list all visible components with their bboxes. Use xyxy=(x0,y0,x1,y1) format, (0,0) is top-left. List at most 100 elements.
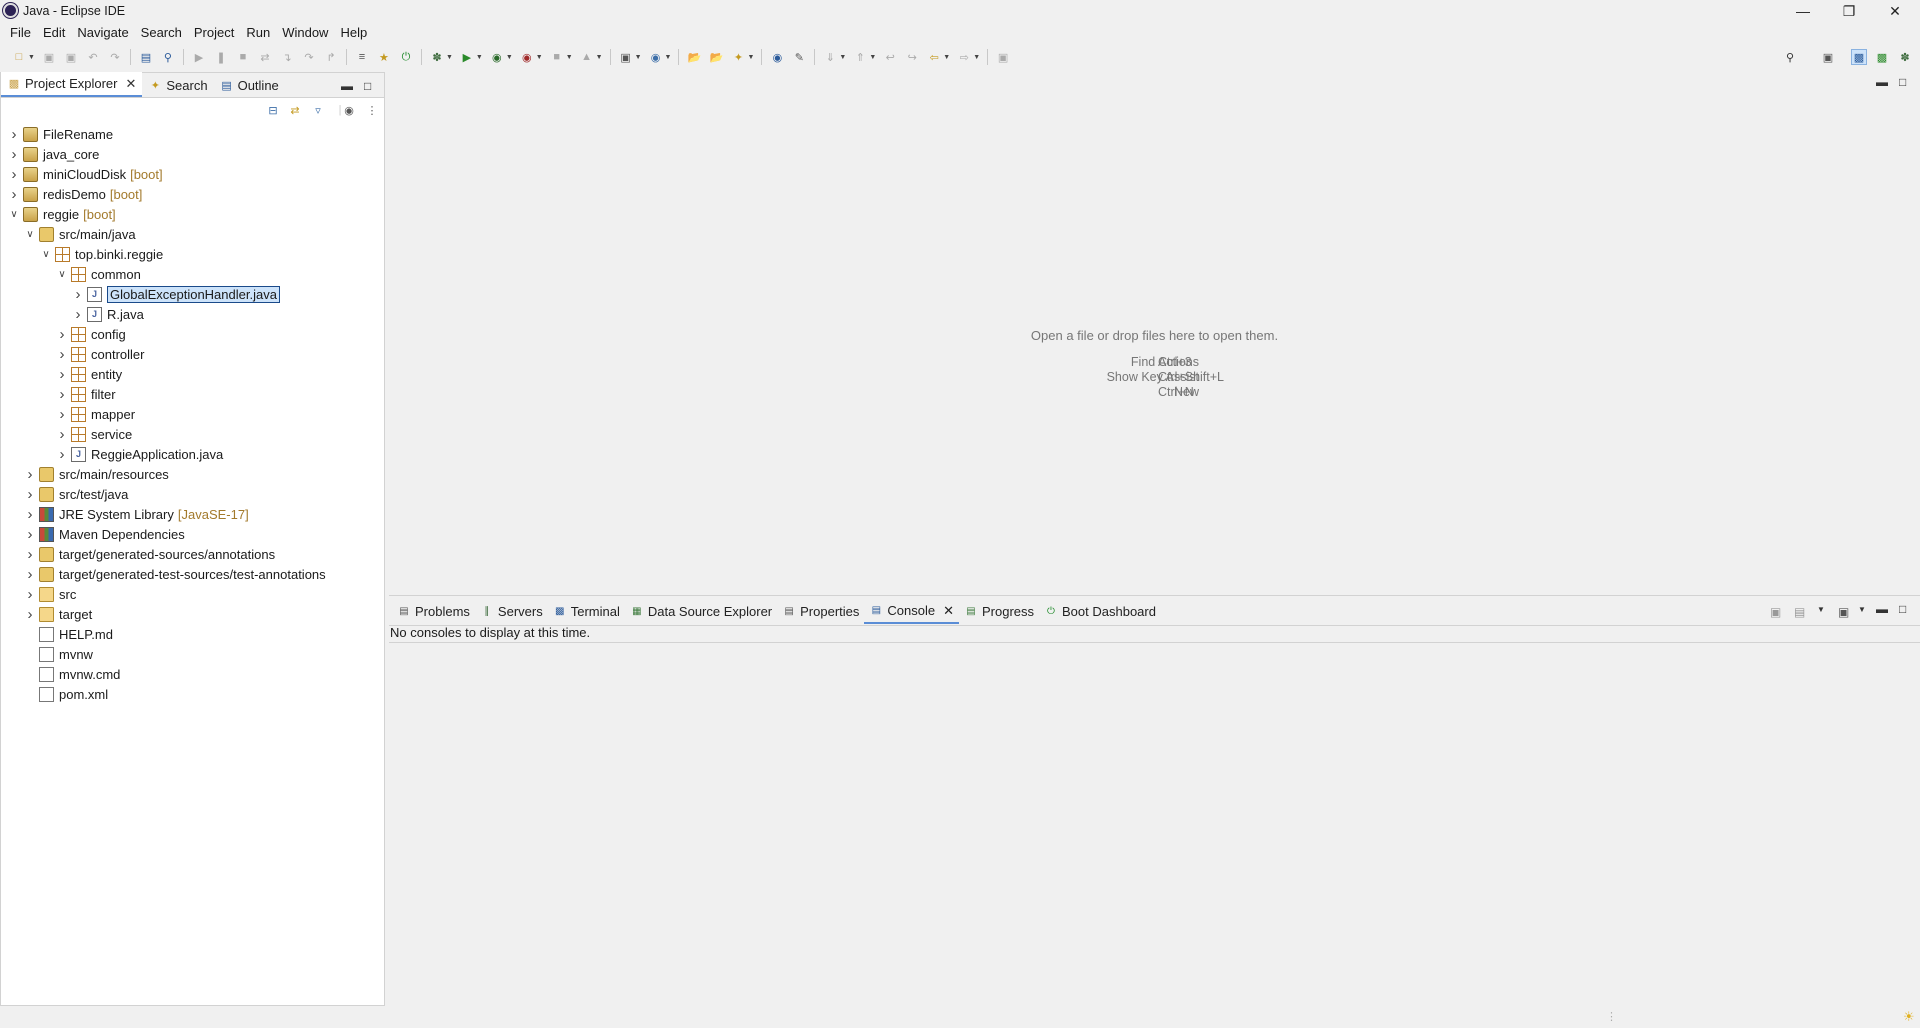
run-dropdown-icon[interactable]: ▼ xyxy=(476,54,483,61)
tab-search[interactable]: ✦ Search xyxy=(142,73,213,97)
chevron-right-icon[interactable]: › xyxy=(24,526,36,543)
debug-dropdown-icon[interactable]: ▼ xyxy=(446,54,453,61)
prev-annotation-dropdown-icon[interactable]: ▼ xyxy=(869,54,876,61)
tree-item[interactable]: › Maven Dependencies xyxy=(24,524,185,544)
tab-project-explorer[interactable]: ▩ Project Explorer ✕ xyxy=(1,72,143,97)
tab-data-source-explorer[interactable]: ▦ Data Source Explorer xyxy=(625,600,777,624)
debug-perspective-icon[interactable]: ✽ xyxy=(1897,49,1913,65)
save-all-icon[interactable]: ▣ xyxy=(63,49,79,65)
filter-icon[interactable]: ▿ xyxy=(310,104,326,118)
new-java-dropdown-icon[interactable]: ▼ xyxy=(635,54,642,61)
open-type-icon[interactable]: 📂 xyxy=(686,49,702,65)
coverage-dropdown-icon[interactable]: ▼ xyxy=(506,54,513,61)
restore-button[interactable]: ❐ xyxy=(1826,0,1872,22)
search-toolbar-icon[interactable]: ⚲ xyxy=(1782,49,1798,65)
search-dropdown-icon[interactable]: ▼ xyxy=(747,54,754,61)
new-dropdown-icon[interactable]: ▼ xyxy=(28,54,35,61)
next-annotation-icon[interactable]: ⇓ xyxy=(822,49,838,65)
chevron-right-icon[interactable]: › xyxy=(24,606,36,623)
chevron-right-icon[interactable]: › xyxy=(56,406,68,423)
open-console-dropdown-icon[interactable]: ▼ xyxy=(1858,605,1866,614)
run-icon[interactable]: ▶ xyxy=(459,49,475,65)
tab-console[interactable]: ▤ Console ✕ xyxy=(864,600,959,624)
chevron-right-icon[interactable]: › xyxy=(56,346,68,363)
lightbulb-icon[interactable]: ☀ xyxy=(1903,1009,1915,1025)
maximize-panel-icon[interactable]: □ xyxy=(364,79,371,93)
chevron-right-icon[interactable]: › xyxy=(8,166,20,183)
tab-problems[interactable]: ▤ Problems xyxy=(392,600,475,624)
search-references-icon[interactable]: ⚲ xyxy=(160,49,176,65)
menu-project[interactable]: Project xyxy=(188,22,240,44)
pin-editor-icon[interactable]: ▣ xyxy=(995,49,1011,65)
tree-item[interactable]: pom.xml xyxy=(24,684,108,704)
focus-on-active-task-icon[interactable]: ◉ xyxy=(341,104,357,118)
redo-icon[interactable]: ↷ xyxy=(107,49,123,65)
step-into-icon[interactable]: ↴ xyxy=(279,49,295,65)
tree-item[interactable]: › src/main/resources xyxy=(24,464,169,484)
collapse-all-icon[interactable]: ⊟ xyxy=(265,104,281,118)
forward-dropdown-icon[interactable]: ▼ xyxy=(973,54,980,61)
tree-item[interactable]: › entity xyxy=(56,364,123,384)
tree-item[interactable]: › target/generated-test-sources/test-anno… xyxy=(24,564,326,584)
next-annotation-dropdown-icon[interactable]: ▼ xyxy=(839,54,846,61)
chevron-right-icon[interactable]: › xyxy=(24,466,36,483)
pin-console-icon[interactable]: ▣ xyxy=(1770,605,1781,619)
minimize-panel-icon[interactable]: ▬ xyxy=(1876,602,1888,616)
close-icon[interactable]: ✕ xyxy=(943,603,954,619)
tab-progress[interactable]: ▤ Progress xyxy=(959,600,1039,624)
prev-annotation-icon[interactable]: ⇑ xyxy=(852,49,868,65)
stop-dropdown-icon[interactable]: ▼ xyxy=(566,54,573,61)
menu-file[interactable]: File xyxy=(4,22,37,44)
tree-item[interactable]: › FileRename xyxy=(8,124,114,144)
minimize-panel-icon[interactable]: ▬ xyxy=(341,79,353,93)
chevron-right-icon[interactable]: › xyxy=(8,146,20,163)
chevron-right-icon[interactable]: › xyxy=(56,426,68,443)
tree-item[interactable]: mvnw xyxy=(24,644,93,664)
spring-boot-icon[interactable]: ⏻ xyxy=(398,49,414,65)
suspend-icon[interactable]: ❚ xyxy=(213,49,229,65)
stop-icon[interactable]: ■ xyxy=(549,49,565,65)
toggle-mark-occurrences-icon[interactable]: ✎ xyxy=(791,49,807,65)
tree-item[interactable]: › target/generated-sources/annotations xyxy=(24,544,276,564)
view-menu-icon[interactable]: ⋮ xyxy=(364,104,380,118)
tab-properties[interactable]: ▤ Properties xyxy=(777,600,864,624)
chevron-down-icon[interactable]: ∨ xyxy=(8,208,20,220)
external-tools-icon[interactable]: ◉ xyxy=(519,49,535,65)
chevron-right-icon[interactable]: › xyxy=(56,326,68,343)
new-java-project-icon[interactable]: ▣ xyxy=(618,49,634,65)
tab-outline[interactable]: ▤ Outline xyxy=(214,73,285,97)
back-icon[interactable]: ⇦ xyxy=(926,49,942,65)
tab-servers[interactable]: ∥ Servers xyxy=(475,600,548,624)
web-browser-icon[interactable]: ◉ xyxy=(769,49,785,65)
maximize-panel-icon[interactable]: □ xyxy=(1899,602,1906,616)
next-edit-icon[interactable]: ↪ xyxy=(904,49,920,65)
terminal-open-icon[interactable]: ▤ xyxy=(138,49,154,65)
display-console-dropdown-icon[interactable]: ▼ xyxy=(1817,605,1825,614)
tree-item[interactable]: › JRE System Library [JavaSE-17] xyxy=(24,504,249,524)
menu-run[interactable]: Run xyxy=(240,22,276,44)
menu-window[interactable]: Window xyxy=(276,22,334,44)
tree-item[interactable]: › service xyxy=(56,424,133,444)
tree-item[interactable]: › J R.java xyxy=(72,304,144,324)
tab-boot-dashboard[interactable]: ⏻ Boot Dashboard xyxy=(1039,600,1161,624)
chevron-right-icon[interactable]: › xyxy=(56,386,68,403)
chevron-right-icon[interactable]: › xyxy=(8,186,20,203)
last-edit-icon[interactable]: ↩ xyxy=(882,49,898,65)
new-class-icon[interactable]: ◉ xyxy=(648,49,664,65)
open-task-icon[interactable]: 📂 xyxy=(708,49,724,65)
coverage-run-icon[interactable]: ◉ xyxy=(489,49,505,65)
external-tools-dropdown-icon[interactable]: ▼ xyxy=(536,54,543,61)
relaunch-dropdown-icon[interactable]: ▼ xyxy=(596,54,603,61)
menu-search[interactable]: Search xyxy=(135,22,188,44)
menu-help[interactable]: Help xyxy=(334,22,373,44)
open-perspective-icon[interactable]: ▣ xyxy=(1820,49,1836,65)
menu-edit[interactable]: Edit xyxy=(37,22,71,44)
step-over-icon[interactable]: ↷ xyxy=(301,49,317,65)
tree-item[interactable]: › miniCloudDisk [boot] xyxy=(8,164,163,184)
chevron-right-icon[interactable]: › xyxy=(56,446,68,463)
editor-area[interactable]: ▬ □ Open a file or drop files here to op… xyxy=(389,72,1920,596)
tree-item[interactable]: › redisDemo [boot] xyxy=(8,184,143,204)
display-console-icon[interactable]: ▤ xyxy=(1794,605,1805,619)
undo-icon[interactable]: ↶ xyxy=(85,49,101,65)
new-icon[interactable]: □ xyxy=(11,49,27,65)
